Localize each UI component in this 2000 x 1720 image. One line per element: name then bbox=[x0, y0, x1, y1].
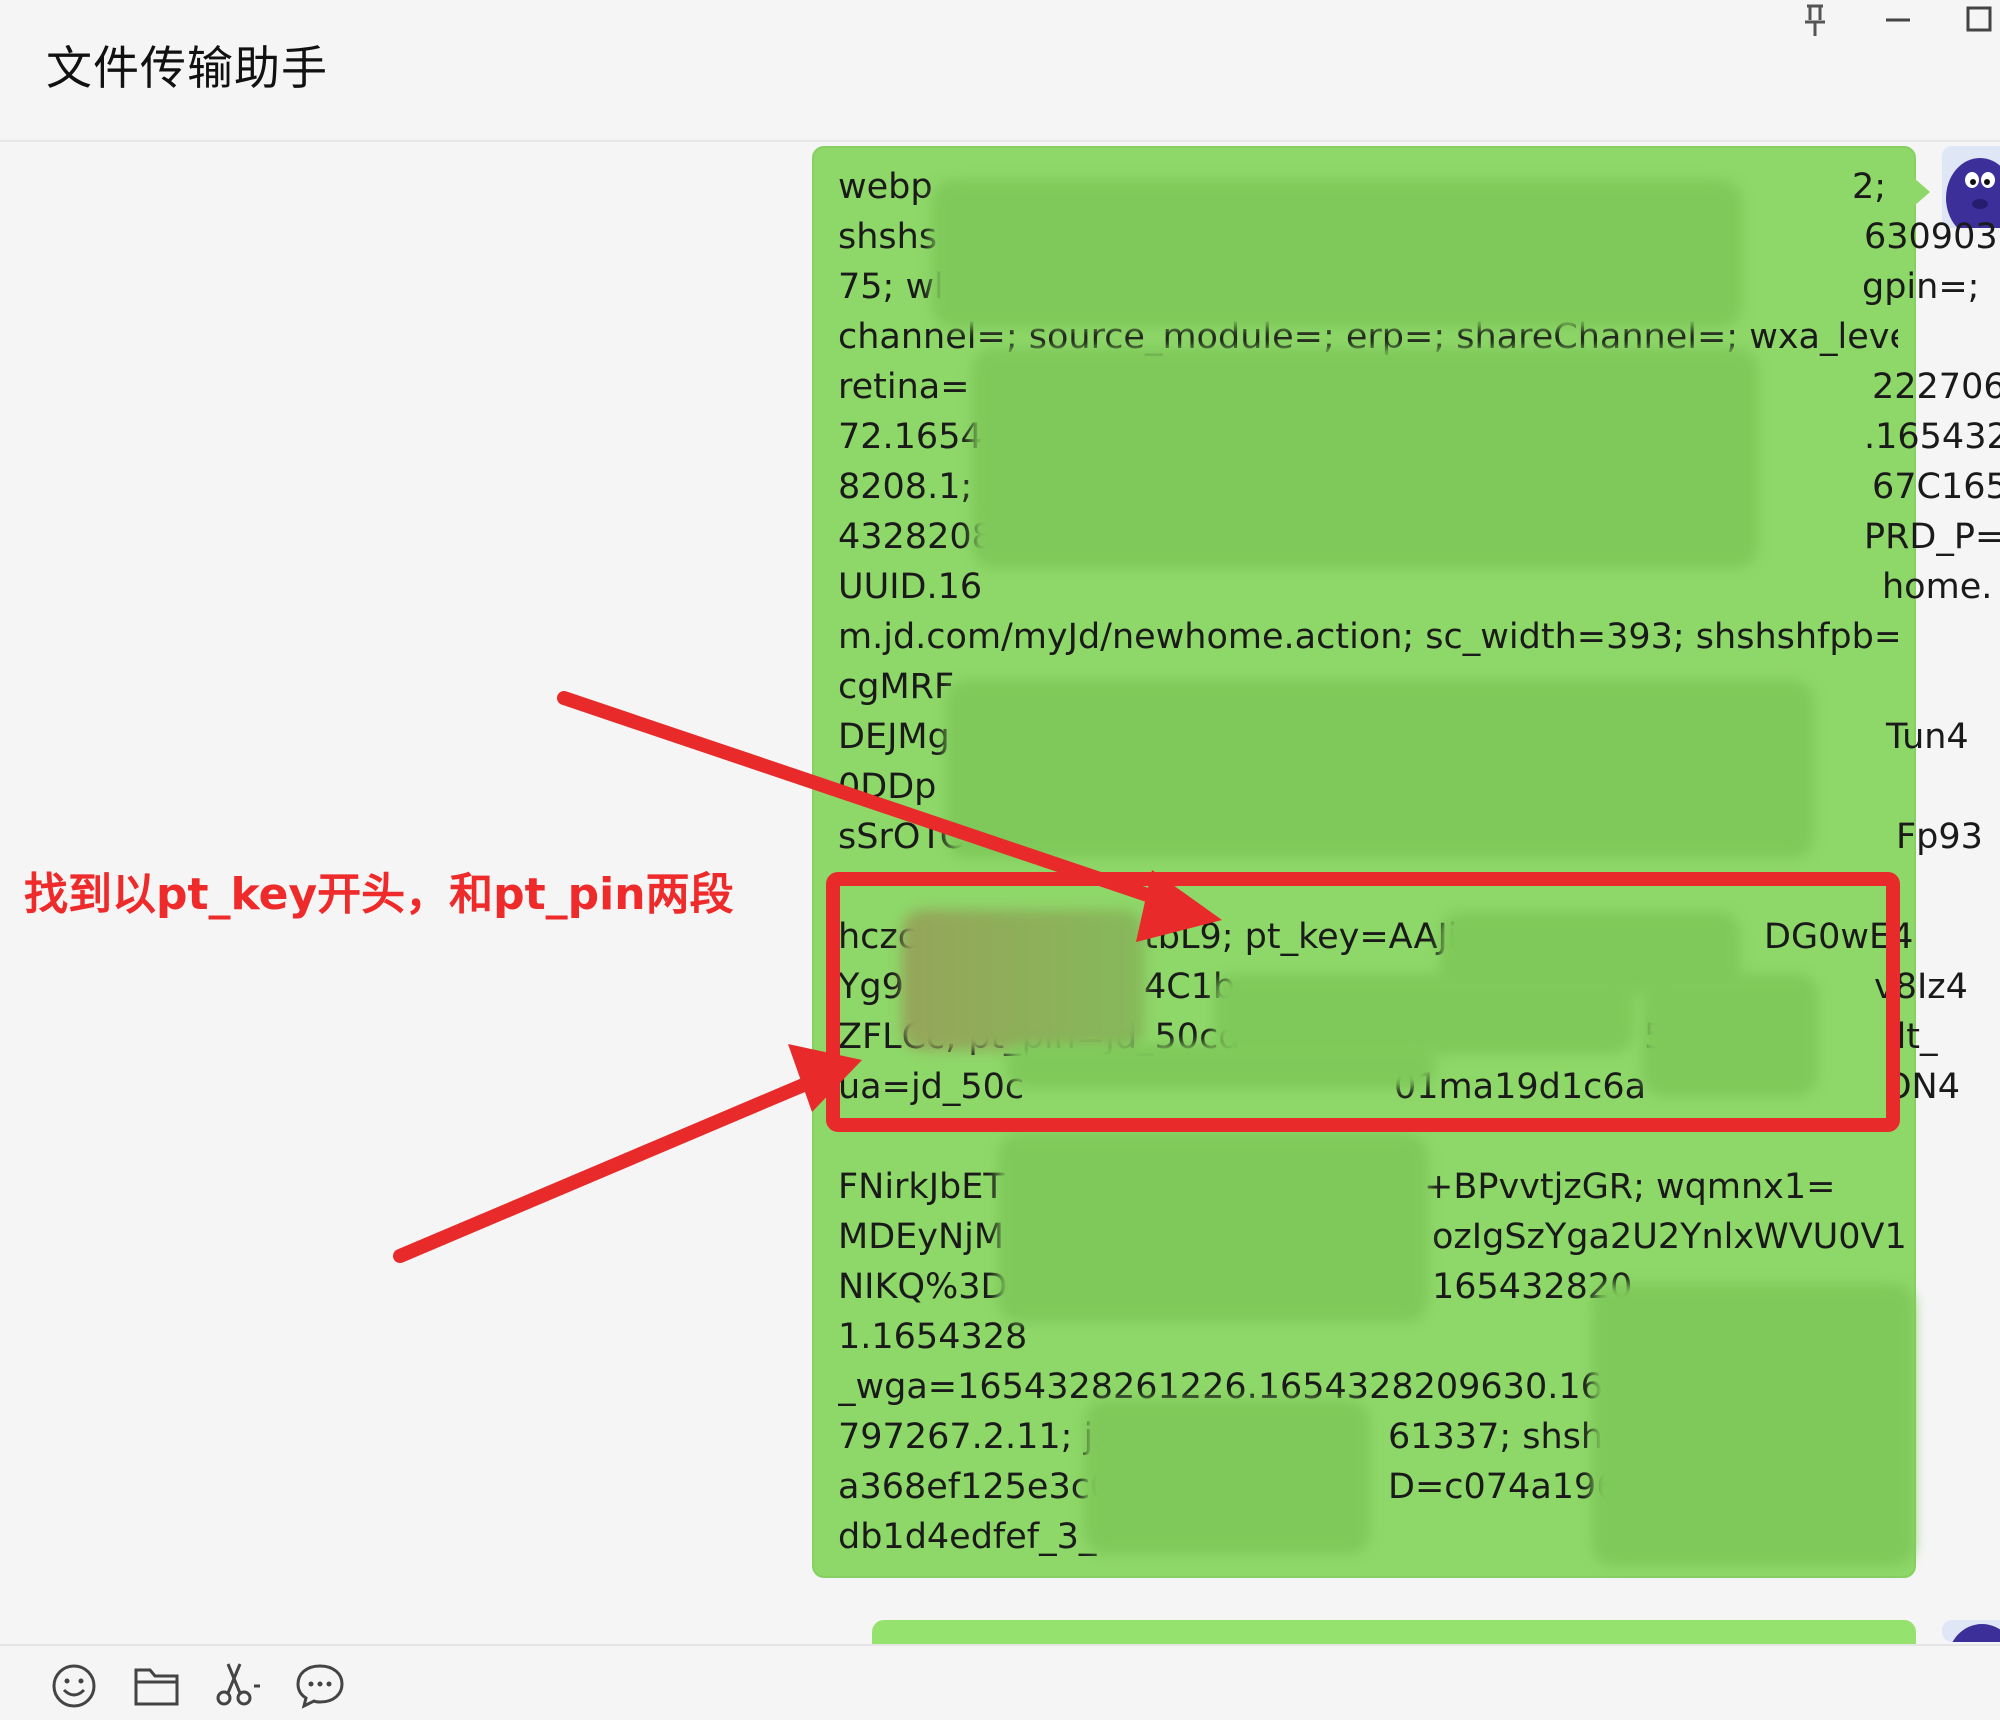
message-fragment: home. bbox=[1882, 567, 1993, 607]
maximize-icon bbox=[1966, 6, 1992, 32]
folder-icon bbox=[134, 1668, 179, 1706]
message-fragment: +BPvvtjzGR; wqmnx1= bbox=[1424, 1167, 1836, 1207]
minimize-icon bbox=[1886, 18, 1910, 22]
pin-button[interactable] bbox=[1780, 0, 1850, 50]
input-toolbar bbox=[0, 1644, 2000, 1720]
message-fragment: PRD_P= bbox=[1864, 517, 2000, 557]
folder-button[interactable] bbox=[128, 1656, 184, 1712]
message-fragment: Tun4 bbox=[1886, 717, 1969, 757]
chat-bubble-icon bbox=[296, 1664, 344, 1709]
screenshot-button[interactable] bbox=[210, 1656, 266, 1712]
message-fragment: 67C165 bbox=[1872, 467, 2000, 507]
highlight-box bbox=[826, 872, 1900, 1132]
window-title: 文件传输助手 bbox=[46, 41, 328, 95]
title-bar: 文件传输助手 bbox=[0, 0, 2000, 142]
message-fragment: 222706 bbox=[1872, 367, 2000, 407]
emoji-icon bbox=[52, 1664, 96, 1708]
message-fragment: 6309037 bbox=[1864, 217, 2000, 257]
maximize-button[interactable] bbox=[1942, 0, 2000, 50]
message-line: m.jd.com/myJd/newhome.action; sc_width=3… bbox=[838, 617, 1898, 657]
message-fragment: Fp93 bbox=[1896, 817, 1983, 857]
redaction-blur bbox=[946, 680, 1814, 858]
message-fragment: ozIgSzYga2U2YnlxWVU0V1 bbox=[1432, 1217, 1907, 1257]
avatar-character-icon bbox=[1942, 1620, 2000, 1642]
annotation-text: 找到以pt_key开头，和pt_pin两段 bbox=[24, 869, 734, 920]
scissors-icon bbox=[216, 1663, 260, 1706]
avatar[interactable] bbox=[1942, 1620, 2000, 1642]
message-fragment: gpin=; bbox=[1862, 267, 1980, 307]
redaction-blur bbox=[998, 1134, 1428, 1322]
message-fragment: .165432 bbox=[1864, 417, 2000, 457]
pin-icon bbox=[1805, 4, 1825, 36]
emoji-button[interactable] bbox=[46, 1656, 102, 1712]
redaction-blur bbox=[972, 348, 1758, 568]
minimize-button[interactable] bbox=[1862, 0, 1932, 50]
bubble-tail bbox=[1914, 178, 1930, 206]
message-bubble[interactable]: webp shshs 75; wl channel=; source_module=;… bbox=[812, 146, 2000, 1578]
redaction-blur bbox=[1084, 1400, 1370, 1554]
arrow-to-pt-pin bbox=[393, 1071, 827, 1263]
message-line: UUID.16 bbox=[838, 567, 983, 607]
redaction-blur bbox=[932, 180, 1742, 328]
chat-history-button[interactable] bbox=[292, 1656, 348, 1712]
message-fragment: 2; bbox=[1852, 167, 1887, 207]
redaction-blur bbox=[1592, 1284, 1914, 1566]
